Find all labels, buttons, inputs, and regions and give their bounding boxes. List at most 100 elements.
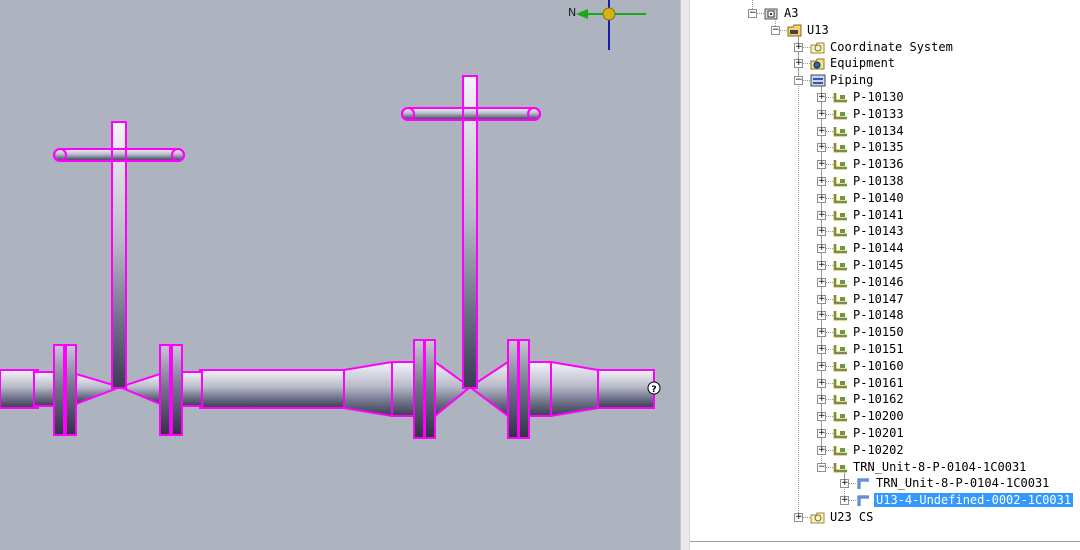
tree-item-label[interactable]: P-10135 — [851, 140, 906, 154]
tree-item[interactable]: A3 — [764, 5, 800, 21]
tree-item[interactable]: P-10134 — [833, 123, 906, 139]
tree-item[interactable]: P-10145 — [833, 257, 906, 273]
reducer-fitting[interactable] — [343, 360, 415, 418]
tree-item-label[interactable]: P-10136 — [851, 157, 906, 171]
tree-item-label[interactable]: P-10200 — [851, 409, 906, 423]
expand-toggle-icon[interactable]: + — [817, 412, 826, 422]
tree-item-label[interactable]: U13-4-Undefined-0002-1C0031 — [874, 493, 1074, 508]
tree-item[interactable]: P-10138 — [833, 173, 906, 189]
tree-item-label[interactable]: P-10143 — [851, 224, 906, 238]
left-tee-assembly[interactable] — [33, 121, 203, 436]
expand-toggle-icon[interactable]: + — [817, 277, 826, 287]
collapse-toggle-icon[interactable]: − — [748, 9, 757, 18]
tree-item[interactable]: Piping — [810, 72, 875, 88]
tree-item[interactable]: U13-4-Undefined-0002-1C0031 — [856, 492, 1074, 508]
tree-item-label[interactable]: TRN_Unit-8-P-0104-1C0031 — [851, 460, 1028, 474]
expand-toggle-icon[interactable]: + — [817, 445, 826, 455]
right-tee-assembly[interactable] — [401, 75, 599, 439]
tree-item[interactable]: P-10150 — [833, 324, 906, 340]
expand-toggle-icon[interactable]: + — [817, 177, 826, 186]
tree-item-label[interactable]: P-10133 — [851, 107, 906, 121]
expand-toggle-icon[interactable]: + — [794, 513, 803, 522]
tree-item[interactable]: P-10136 — [833, 156, 906, 172]
tree-item[interactable]: P-10151 — [833, 341, 906, 357]
expand-toggle-icon[interactable]: + — [817, 345, 826, 354]
tree-item-label[interactable]: P-10201 — [851, 426, 906, 440]
tree-item-label[interactable]: P-10144 — [851, 241, 906, 255]
tree-item[interactable]: U13 — [787, 22, 831, 38]
collapse-toggle-icon[interactable]: − — [771, 25, 780, 35]
expand-toggle-icon[interactable]: + — [817, 109, 826, 119]
expand-toggle-icon[interactable]: + — [794, 59, 803, 69]
tree-item[interactable]: P-10162 — [833, 391, 906, 407]
tree-item-label[interactable]: P-10146 — [851, 275, 906, 289]
expand-toggle-icon[interactable]: + — [817, 143, 826, 153]
expand-toggle-icon[interactable]: + — [817, 328, 826, 338]
tree-item[interactable]: P-10144 — [833, 240, 906, 256]
tree-item-label[interactable]: P-10160 — [851, 359, 906, 373]
tree-item[interactable]: P-10133 — [833, 106, 906, 122]
tree-item-label[interactable]: P-10151 — [851, 342, 906, 356]
tree-item[interactable]: P-10160 — [833, 358, 906, 374]
expand-toggle-icon[interactable]: + — [817, 429, 826, 438]
tree-item-label[interactable]: P-10148 — [851, 308, 906, 322]
tree-item-label[interactable]: U23 CS — [828, 510, 875, 524]
tree-item-label[interactable]: P-10161 — [851, 376, 906, 390]
tree-item-label[interactable]: P-10147 — [851, 292, 906, 306]
expand-toggle-icon[interactable]: + — [794, 42, 803, 52]
tree-item-label[interactable]: Coordinate System — [828, 40, 955, 54]
expand-toggle-icon[interactable]: + — [817, 261, 826, 270]
tree-item[interactable]: P-10135 — [833, 139, 906, 155]
tree-item[interactable]: U23 CS — [810, 509, 875, 525]
tree-item[interactable]: P-10148 — [833, 307, 906, 323]
tree-item[interactable]: P-10143 — [833, 223, 906, 239]
tree-item-label[interactable]: TRN_Unit-8-P-0104-1C0031 — [874, 476, 1051, 490]
tree-item[interactable]: P-10140 — [833, 190, 906, 206]
tree-item[interactable]: P-10201 — [833, 425, 906, 441]
tree-item-label[interactable]: P-10138 — [851, 174, 906, 188]
tree-item-label[interactable]: Equipment — [828, 56, 897, 70]
piping-model-canvas[interactable]: N ? — [0, 0, 680, 550]
expand-toggle-icon[interactable]: + — [817, 311, 826, 321]
tree-item-label[interactable]: P-10145 — [851, 258, 906, 272]
expand-toggle-icon[interactable]: + — [840, 479, 849, 489]
tree-item[interactable]: P-10147 — [833, 291, 906, 307]
tree-item[interactable]: P-10161 — [833, 375, 906, 391]
collapse-toggle-icon[interactable]: − — [817, 462, 826, 472]
expand-toggle-icon[interactable]: + — [817, 193, 826, 203]
tree-item[interactable]: Coordinate System — [810, 39, 955, 55]
3d-model-viewport[interactable]: N ? — [0, 0, 680, 550]
tree-item[interactable]: P-10146 — [833, 274, 906, 290]
tree-item-label[interactable]: P-10140 — [851, 191, 906, 205]
expand-toggle-icon[interactable]: + — [817, 378, 826, 388]
tree-item-label[interactable]: A3 — [782, 6, 800, 20]
tree-item-label[interactable]: Piping — [828, 73, 875, 87]
expand-toggle-icon[interactable]: + — [817, 395, 826, 405]
expand-toggle-icon[interactable]: + — [817, 361, 826, 371]
collapse-toggle-icon[interactable]: − — [794, 76, 803, 86]
expand-toggle-icon[interactable]: + — [817, 294, 826, 304]
expand-toggle-icon[interactable]: + — [817, 244, 826, 254]
tree-item[interactable]: P-10130 — [833, 89, 906, 105]
tree-item-label[interactable]: P-10130 — [851, 90, 906, 104]
tree-item[interactable]: TRN_Unit-8-P-0104-1C0031 — [856, 475, 1051, 491]
tree-item-label[interactable]: P-10134 — [851, 124, 906, 138]
tree-item[interactable]: P-10200 — [833, 408, 906, 424]
tree-item[interactable]: P-10202 — [833, 442, 906, 458]
tree-item-label[interactable]: P-10202 — [851, 443, 906, 457]
expand-toggle-icon[interactable]: + — [817, 160, 826, 170]
orientation-compass-icon[interactable]: N — [568, 0, 646, 50]
tree-item[interactable]: TRN_Unit-8-P-0104-1C0031 — [833, 459, 1028, 475]
tree-item-label[interactable]: P-10141 — [851, 208, 906, 222]
tree-item-label[interactable]: U13 — [805, 23, 831, 37]
expand-toggle-icon[interactable]: + — [817, 126, 826, 136]
expand-toggle-icon[interactable]: + — [817, 210, 826, 220]
panel-splitter[interactable] — [680, 0, 690, 550]
expand-toggle-icon[interactable]: + — [840, 496, 849, 506]
tree-item[interactable]: Equipment — [810, 55, 897, 71]
tree-item-label[interactable]: P-10150 — [851, 325, 906, 339]
expand-toggle-icon[interactable]: + — [817, 227, 826, 237]
expand-toggle-icon[interactable]: + — [817, 93, 826, 102]
tree-item[interactable]: P-10141 — [833, 207, 906, 223]
tree-item-label[interactable]: P-10162 — [851, 392, 906, 406]
